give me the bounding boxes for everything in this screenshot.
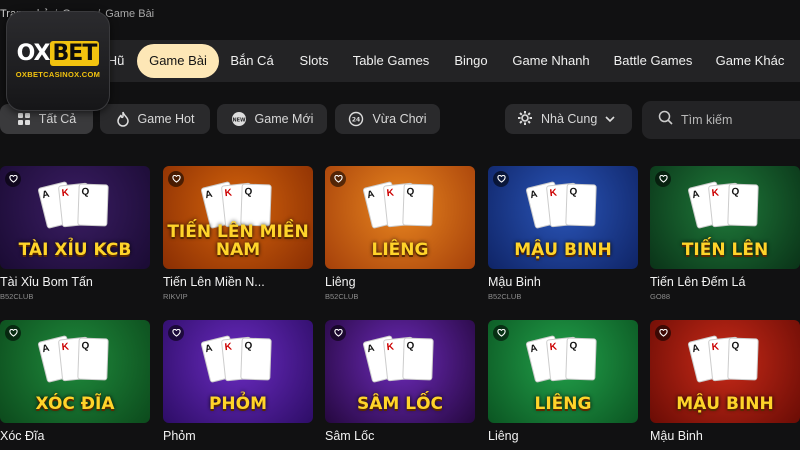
logo-text-ox: OX <box>16 41 51 66</box>
game-card[interactable]: A K Q MẬU BINH Mậu Binh <box>650 320 800 446</box>
game-art-title: XÓC ĐĨA <box>35 394 115 414</box>
game-provider: B52CLUB <box>0 292 34 301</box>
game-name[interactable]: Tiến Lên Đếm Lá <box>650 275 800 289</box>
game-art-title: LIÊNG <box>371 240 429 260</box>
game-thumbnail[interactable]: A K Q PHỎM <box>163 320 313 423</box>
svg-text:NEW: NEW <box>232 118 246 124</box>
playing-cards-art: AKQ <box>362 334 435 389</box>
playing-cards-art: AKQ <box>362 180 435 235</box>
filter-new-button[interactable]: NEW Game Mới <box>217 104 327 134</box>
chevron-down-icon <box>605 112 615 126</box>
game-name[interactable]: Mậu Binh <box>650 429 800 443</box>
game-thumbnail[interactable]: A K Q XÓC ĐĨA <box>0 320 150 423</box>
favorite-heart-icon[interactable] <box>168 171 184 187</box>
tab-game-nhanh[interactable]: Game Nhanh <box>508 44 594 78</box>
game-thumbnail[interactable]: A K Q LIÊNG <box>488 320 638 423</box>
search-box <box>642 101 800 139</box>
game-card[interactable]: A K Q MẬU BINH Mậu Binh B52CLUB <box>488 166 638 301</box>
clock-24-icon: 24 <box>348 111 364 127</box>
game-thumbnail[interactable]: A K Q TIẾN LÊN <box>650 166 800 269</box>
game-art-title: TÀI XỈU KCB <box>18 240 132 260</box>
search-icon <box>658 110 673 130</box>
game-art-title: MẬU BINH <box>514 240 612 260</box>
tab-table-games[interactable]: Table Games <box>348 44 434 78</box>
tab-bingo[interactable]: Bingo <box>448 44 494 78</box>
filter-label: Game Hot <box>137 112 195 126</box>
grid-icon <box>17 112 31 126</box>
game-card[interactable]: A K Q SÂM LỐC Sâm Lốc <box>325 320 475 446</box>
game-art-title: TIẾN LÊN <box>681 240 769 260</box>
favorite-heart-icon[interactable] <box>330 325 346 341</box>
filter-label: Game Mới <box>254 112 314 126</box>
playing-cards-art: AKQ <box>687 180 760 235</box>
site-logo[interactable]: OX BET OXBETCASINOX.COM <box>6 11 110 111</box>
game-thumbnail[interactable]: A K Q LIÊNG <box>325 166 475 269</box>
logo-site-name: OXBETCASINOX.COM <box>15 70 101 79</box>
favorite-heart-icon[interactable] <box>493 171 509 187</box>
favorite-heart-icon[interactable] <box>5 325 21 341</box>
game-name[interactable]: Tiến Lên Miền N... <box>163 275 313 289</box>
provider-select[interactable]: Nhà Cung Cấp <box>505 104 632 134</box>
tab-battle-games[interactable]: Battle Games <box>608 44 698 78</box>
game-art-title: PHỎM <box>208 394 268 414</box>
game-name[interactable]: Sâm Lốc <box>325 429 475 443</box>
game-art-title: MẬU BINH <box>676 394 774 414</box>
game-name[interactable]: Xóc Đĩa <box>0 429 150 443</box>
game-provider: GO88 <box>650 292 671 301</box>
playing-cards-art: AKQ <box>525 180 598 235</box>
game-thumbnail[interactable]: A K Q TÀI XỈU KCB <box>0 166 150 269</box>
game-card[interactable]: A K Q TIẾN LÊN Tiến Lên Đếm Lá GO88 <box>650 166 800 301</box>
game-thumbnail[interactable]: A K Q SÂM LỐC <box>325 320 475 423</box>
search-input[interactable] <box>681 113 791 127</box>
game-provider: B52CLUB <box>488 292 522 301</box>
game-name[interactable]: Phỏm <box>163 429 313 443</box>
tab-ban-ca[interactable]: Bắn Cá <box>226 44 278 78</box>
game-card[interactable]: A K Q TÀI XỈU KCB Tài Xỉu Bom Tấn B52CLUB <box>0 166 150 301</box>
game-provider: RIKVIP <box>163 292 188 301</box>
new-badge-icon: NEW <box>231 111 247 127</box>
filter-recent-button[interactable]: 24 Vừa Chơi <box>335 104 440 134</box>
favorite-heart-icon[interactable] <box>5 171 21 187</box>
tab-game-bai[interactable]: Game Bài <box>137 44 219 78</box>
game-card[interactable]: A K Q XÓC ĐĨA Xóc Đĩa <box>0 320 150 446</box>
logo-text-bet: BET <box>49 41 100 66</box>
game-name[interactable]: Mậu Binh <box>488 275 638 289</box>
favorite-heart-icon[interactable] <box>168 325 184 341</box>
favorite-heart-icon[interactable] <box>655 171 671 187</box>
game-art-title: TIẾN LÊN MIỀN NAM <box>167 222 309 260</box>
game-art-title: LIÊNG <box>534 394 592 414</box>
provider-select-label: Nhà Cung Cấp <box>541 112 597 126</box>
filter-label: Vừa Chơi <box>372 112 427 126</box>
svg-text:24: 24 <box>352 117 360 124</box>
game-name[interactable]: Liêng <box>325 275 475 289</box>
game-name[interactable]: Liêng <box>488 429 638 443</box>
playing-cards-art: AKQ <box>200 334 273 389</box>
game-thumbnail[interactable]: A K Q TIẾN LÊN MIỀN NAM <box>163 166 313 269</box>
game-thumbnail[interactable]: A K Q MẬU BINH <box>488 166 638 269</box>
game-provider: B52CLUB <box>325 292 359 301</box>
playing-cards-art: AKQ <box>37 334 110 389</box>
flame-icon <box>116 111 130 127</box>
game-name[interactable]: Tài Xỉu Bom Tấn <box>0 275 150 289</box>
playing-cards-art: AKQ <box>37 180 110 235</box>
game-thumbnail[interactable]: A K Q MẬU BINH <box>650 320 800 423</box>
tab-slots[interactable]: Slots <box>290 44 338 78</box>
game-card[interactable]: A K Q TIẾN LÊN MIỀN NAM Tiến Lên Miền N... RI… <box>163 166 313 301</box>
tab-game-khac[interactable]: Game Khác <box>712 44 788 78</box>
gear-icon <box>517 110 533 129</box>
favorite-heart-icon[interactable] <box>493 325 509 341</box>
favorite-heart-icon[interactable] <box>330 171 346 187</box>
breadcrumb-current: Game Bài <box>105 8 155 20</box>
game-card[interactable]: A K Q LIÊNG Liêng <box>488 320 638 446</box>
game-art-title: SÂM LỐC <box>357 394 443 414</box>
game-card[interactable]: A K Q LIÊNG Liêng B52CLUB <box>325 166 475 301</box>
filter-label: Tất Cả <box>38 112 77 126</box>
playing-cards-art: AKQ <box>687 334 760 389</box>
playing-cards-art: AKQ <box>525 334 598 389</box>
favorite-heart-icon[interactable] <box>655 325 671 341</box>
game-card[interactable]: A K Q PHỎM Phỏm <box>163 320 313 446</box>
filter-hot-button[interactable]: Game Hot <box>100 104 210 134</box>
